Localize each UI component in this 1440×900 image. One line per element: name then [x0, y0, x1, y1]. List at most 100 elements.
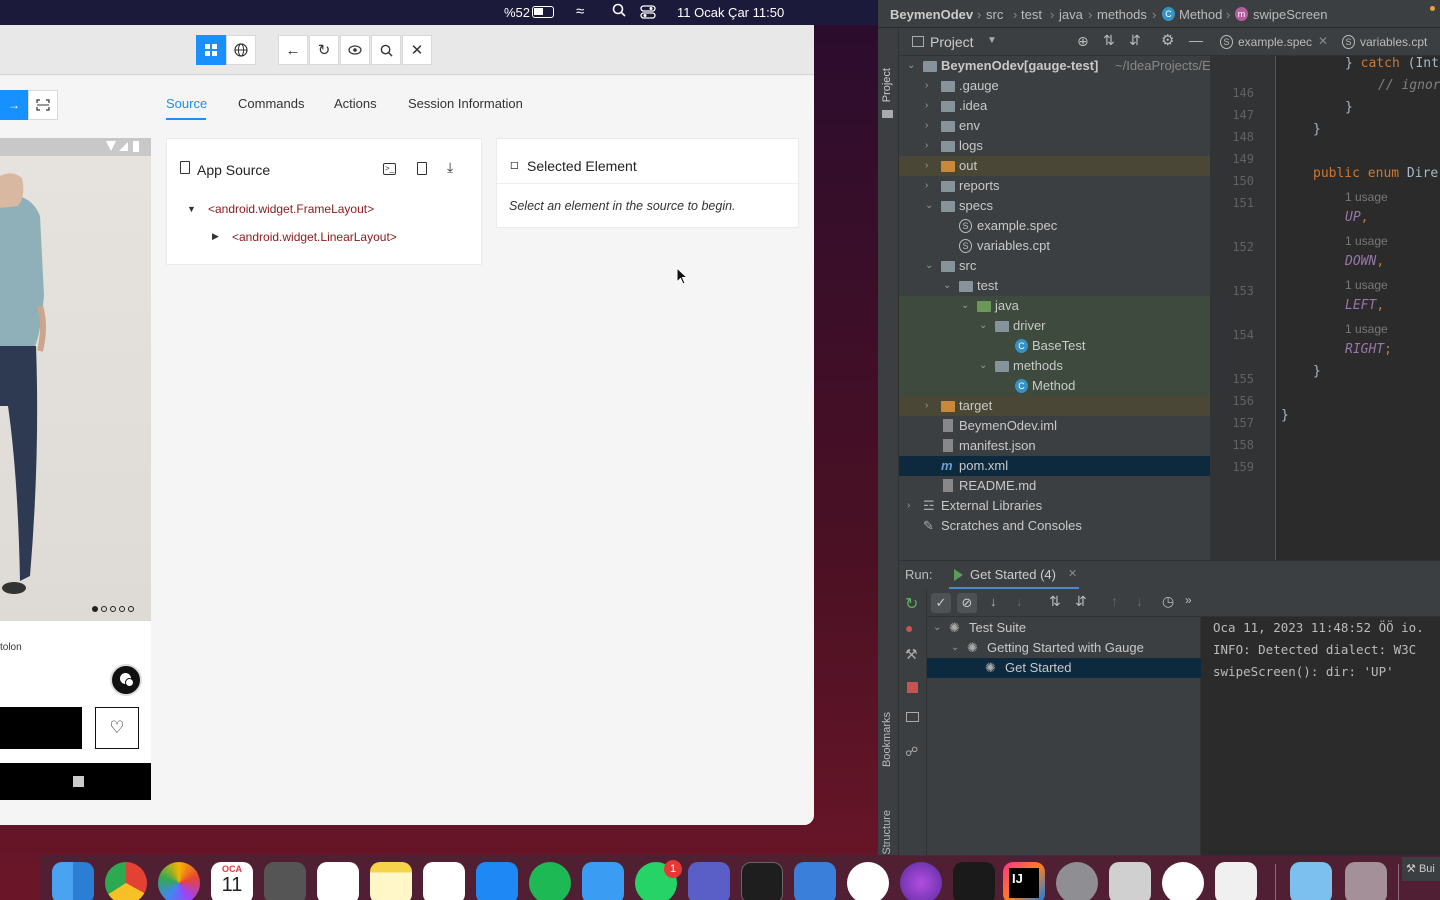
usage-hint[interactable]: 1 usage	[1345, 322, 1388, 336]
chrome-icon[interactable]	[105, 862, 147, 900]
build-tool-button[interactable]: ⚒ Bui	[1402, 857, 1440, 881]
test-spec-node[interactable]: ⌄ ✺ Getting Started with Gauge	[927, 638, 1201, 658]
breadcrumb-swipescreen[interactable]: swipeScreen	[1253, 7, 1327, 22]
collapse-all-icon[interactable]: ⇵	[1075, 593, 1087, 610]
tree-item-java[interactable]: ⌄ java	[899, 296, 1210, 316]
sort-alpha-icon[interactable]: ↓	[990, 594, 997, 609]
layout-icon[interactable]	[906, 712, 919, 722]
tree-item-manifest[interactable]: manifest.json	[899, 436, 1210, 456]
enum-down[interactable]: DOWN,	[1345, 254, 1384, 269]
calculator-icon[interactable]	[264, 862, 306, 900]
breadcrumb-java[interactable]: java	[1059, 7, 1083, 22]
project-tool-tab[interactable]: Project	[881, 68, 893, 102]
toggle-visibility-button[interactable]	[340, 35, 370, 65]
wrench-icon[interactable]: ⚒	[905, 646, 918, 663]
recent-apps-icon[interactable]	[73, 776, 84, 787]
native-mode-button[interactable]	[196, 35, 226, 65]
tab-actions[interactable]: Actions	[334, 96, 377, 111]
quit-session-button[interactable]: ✕	[402, 35, 432, 65]
test-suite-node[interactable]: ⌄ ✺ Test Suite	[927, 618, 1201, 638]
tree-collapsed-caret-icon[interactable]: ▶	[212, 231, 219, 242]
tree-item-src[interactable]: ⌄ src	[899, 256, 1210, 276]
project-view-selector[interactable]: Project	[930, 34, 974, 50]
rerun-failed-icon[interactable]: ●	[905, 620, 913, 636]
favorite-button[interactable]: ♡	[95, 707, 139, 749]
appium-inspector-icon[interactable]	[1162, 862, 1204, 900]
tree-item-iml[interactable]: BeymenOdev.iml	[899, 416, 1210, 436]
tab-session-information[interactable]: Session Information	[408, 96, 523, 111]
previous-failed-icon[interactable]: ↑	[1111, 593, 1118, 609]
tree-item-test[interactable]: ⌄ test	[899, 276, 1210, 296]
breadcrumb-test[interactable]: test	[1021, 7, 1042, 22]
bookmarks-tool-tab[interactable]: Bookmarks	[881, 712, 893, 767]
refresh-button[interactable]: ↻	[309, 35, 339, 65]
tree-item-variables-cpt[interactable]: S variables.cpt	[899, 236, 1210, 256]
tree-item-logs[interactable]: › logs	[899, 136, 1210, 156]
wifi-icon[interactable]: ≈	[576, 3, 584, 20]
system-settings-icon[interactable]	[1056, 862, 1098, 900]
code-line-151[interactable]: public enum Dire	[1313, 166, 1438, 181]
photos-icon[interactable]	[158, 862, 200, 900]
tree-item-scratches[interactable]: ✎ Scratches and Consoles	[899, 516, 1210, 536]
intellij-icon[interactable]: IJ	[1003, 862, 1045, 900]
xcode-instruments-icon[interactable]	[794, 862, 836, 900]
expand-all-icon[interactable]: ⇅	[1103, 32, 1115, 49]
history-icon[interactable]: ◷	[1162, 593, 1174, 610]
editor-tab-example-spec[interactable]: example.spec	[1238, 35, 1312, 49]
app-icon[interactable]	[953, 862, 995, 900]
more-icon[interactable]: »	[1185, 593, 1192, 607]
collapse-all-icon[interactable]: ⇵	[1129, 32, 1141, 49]
close-tab-icon[interactable]: ✕	[1068, 567, 1077, 580]
tree-item-methods[interactable]: ⌄ methods	[899, 356, 1210, 376]
show-ignored-icon[interactable]: ⊘	[957, 593, 977, 613]
tree-item-method[interactable]: C Method	[899, 376, 1210, 396]
breadcrumb-method[interactable]: Method	[1179, 7, 1222, 22]
carousel-pagination[interactable]	[92, 606, 134, 612]
app-icon[interactable]	[900, 862, 942, 900]
downloads-folder-icon[interactable]	[1290, 862, 1332, 900]
tree-item-reports[interactable]: › reports	[899, 176, 1210, 196]
tree-item-basetest[interactable]: C BaseTest	[899, 336, 1210, 356]
tree-item-env[interactable]: › env	[899, 116, 1210, 136]
gear-icon[interactable]: ⚙	[1161, 31, 1174, 49]
device-screenshot[interactable]: tolon ♡	[0, 138, 151, 800]
code-line-158[interactable]: }	[1281, 408, 1289, 423]
minimize-icon[interactable]: —	[1189, 32, 1203, 48]
app-icon[interactable]	[847, 862, 889, 900]
tree-item-gauge[interactable]: › .gauge	[899, 76, 1210, 96]
console-output[interactable]: Oca 11, 2023 11:48:52 ÖÖ io. INFO: Detec…	[1201, 617, 1440, 856]
tree-item-target[interactable]: › target	[899, 396, 1210, 416]
download-icon[interactable]: ⤓	[447, 159, 453, 176]
battery-icon[interactable]	[532, 6, 554, 18]
tree-expanded-caret-icon[interactable]: ▼	[187, 204, 196, 214]
tree-item-external-libraries[interactable]: › ☲ External Libraries	[899, 496, 1210, 516]
tab-source[interactable]: Source	[166, 96, 207, 111]
breadcrumb-project[interactable]: BeymenOdev	[890, 7, 973, 22]
tree-item-readme[interactable]: README.md	[899, 476, 1210, 496]
show-passed-icon[interactable]: ✓	[931, 593, 951, 613]
tree-item-example-spec[interactable]: S example.spec	[899, 216, 1210, 236]
tree-item-idea[interactable]: › .idea	[899, 96, 1210, 116]
enum-right[interactable]: RIGHT;	[1345, 342, 1392, 357]
spotlight-search-icon[interactable]	[612, 3, 626, 20]
locate-icon[interactable]: ⊕	[1077, 33, 1089, 50]
calendar-icon[interactable]: OCA 11	[211, 862, 253, 900]
stop-icon[interactable]	[907, 682, 918, 693]
back-button[interactable]: ←	[278, 35, 308, 65]
search-element-button[interactable]	[371, 35, 401, 65]
expand-all-icon[interactable]: ⇅	[1049, 593, 1061, 610]
tree-item-pom[interactable]: m pom.xml	[899, 456, 1210, 476]
sort-duration-icon[interactable]: ↓	[1016, 594, 1023, 609]
code-line-156[interactable]: }	[1313, 364, 1321, 379]
freeform-icon[interactable]	[423, 862, 465, 900]
notes-icon[interactable]	[370, 862, 412, 900]
add-to-cart-button[interactable]	[0, 707, 82, 749]
pin-icon[interactable]: ☍	[905, 744, 918, 760]
enum-left[interactable]: LEFT,	[1345, 298, 1384, 313]
usage-hint[interactable]: 1 usage	[1345, 278, 1388, 292]
code-line-147[interactable]: // ignor	[1378, 78, 1440, 93]
app-store-icon[interactable]	[476, 862, 518, 900]
launchpad-icon[interactable]	[1109, 862, 1151, 900]
xml-node-linearlayout[interactable]: <android.widget.LinearLayout>	[232, 230, 397, 244]
xml-node-framelayout[interactable]: <android.widget.FrameLayout>	[208, 202, 374, 216]
